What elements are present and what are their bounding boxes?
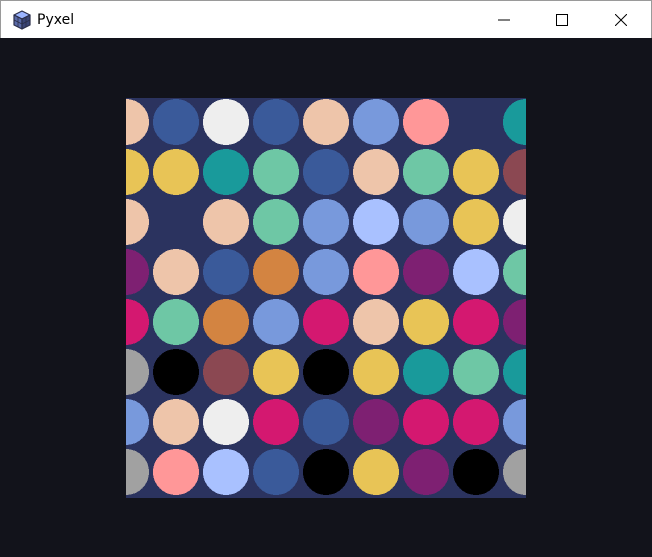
grid-circle — [453, 199, 499, 245]
grid-circle — [303, 399, 349, 445]
grid-circle — [403, 149, 449, 195]
grid-circle — [303, 199, 349, 245]
minimize-icon — [498, 19, 510, 21]
grid-circle — [453, 149, 499, 195]
close-icon — [615, 14, 627, 26]
minimize-button[interactable] — [481, 1, 527, 39]
title-bar[interactable]: Pyxel — [0, 0, 652, 38]
grid-circle — [203, 249, 249, 295]
grid-circle — [253, 399, 299, 445]
close-button[interactable] — [598, 1, 644, 39]
grid-circle — [253, 99, 299, 145]
grid-circle — [353, 449, 399, 495]
grid-circle — [303, 349, 349, 395]
grid-circle — [453, 399, 499, 445]
grid-circle — [153, 349, 199, 395]
grid-circle — [153, 399, 199, 445]
grid-circle — [353, 249, 399, 295]
grid-circle — [353, 299, 399, 345]
grid-circle — [253, 349, 299, 395]
grid-circle — [203, 349, 249, 395]
grid-circle — [303, 149, 349, 195]
game-viewport[interactable] — [0, 38, 652, 557]
grid-circle — [353, 399, 399, 445]
grid-circle — [403, 299, 449, 345]
pyxel-cube-icon — [12, 10, 32, 30]
window-title: Pyxel — [37, 12, 75, 28]
grid-circle — [453, 249, 499, 295]
grid-circle — [253, 249, 299, 295]
grid-circle — [203, 299, 249, 345]
grid-circle — [303, 249, 349, 295]
maximize-button[interactable] — [539, 1, 585, 39]
grid-circle — [153, 99, 199, 145]
grid-circle — [453, 299, 499, 345]
grid-circle — [203, 99, 249, 145]
grid-circle — [353, 349, 399, 395]
game-screen[interactable] — [126, 98, 526, 498]
grid-circle — [303, 99, 349, 145]
grid-circle — [203, 449, 249, 495]
grid-circle — [403, 199, 449, 245]
grid-circle — [403, 249, 449, 295]
grid-circle — [353, 149, 399, 195]
grid-circle — [153, 249, 199, 295]
circle-grid — [126, 98, 526, 498]
grid-circle — [203, 399, 249, 445]
grid-circle — [453, 449, 499, 495]
grid-circle — [403, 349, 449, 395]
grid-circle — [253, 299, 299, 345]
grid-circle — [153, 299, 199, 345]
grid-circle — [153, 449, 199, 495]
grid-circle — [353, 99, 399, 145]
grid-circle — [153, 149, 199, 195]
grid-circle — [303, 299, 349, 345]
grid-circle — [403, 449, 449, 495]
grid-circle — [353, 199, 399, 245]
grid-circle — [253, 199, 299, 245]
grid-circle — [203, 149, 249, 195]
grid-circle — [403, 399, 449, 445]
grid-circle — [253, 149, 299, 195]
grid-circle — [453, 349, 499, 395]
grid-circle — [303, 449, 349, 495]
grid-circle — [253, 449, 299, 495]
grid-circle — [403, 99, 449, 145]
grid-circle — [203, 199, 249, 245]
maximize-icon — [556, 14, 568, 26]
